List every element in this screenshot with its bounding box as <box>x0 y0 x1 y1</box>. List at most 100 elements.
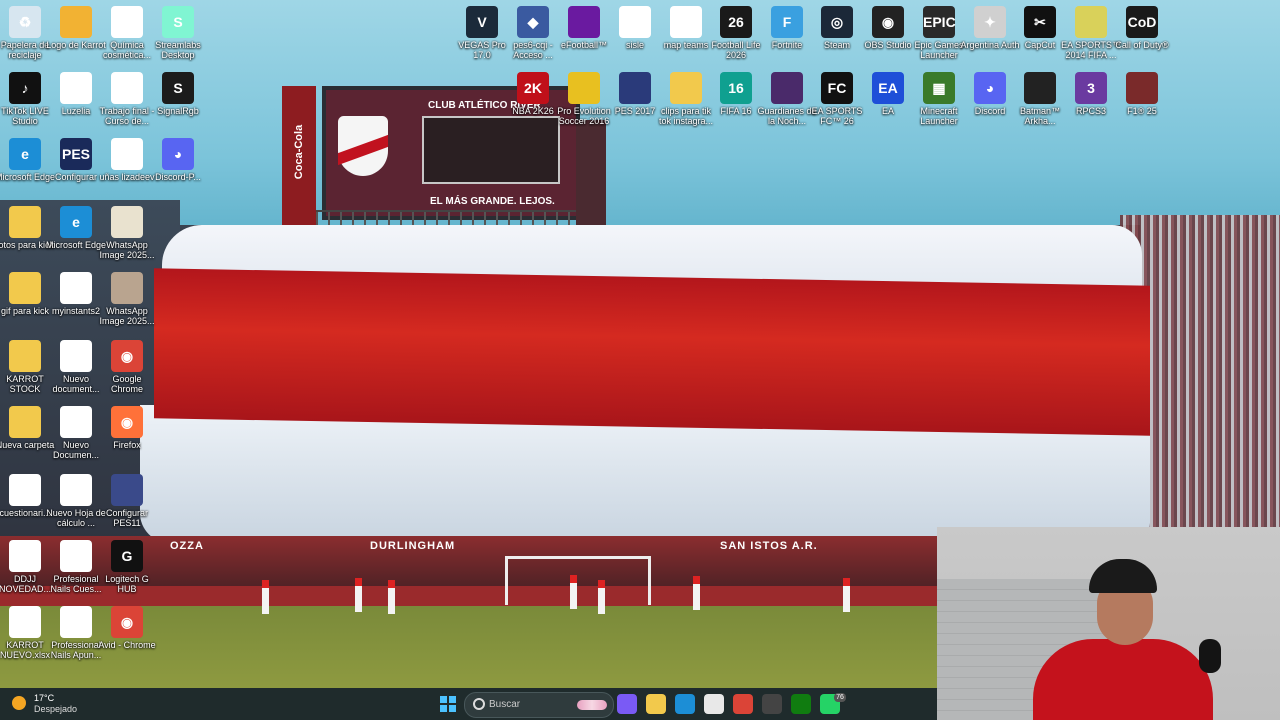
wallpaper-player <box>598 580 605 614</box>
app-icon <box>60 474 92 506</box>
app-icon-glyph: S <box>173 14 183 30</box>
wallpaper-giant-flag <box>140 225 1150 545</box>
desktop-icon[interactable]: S SignalRgb <box>147 68 209 132</box>
app-icon: e <box>60 206 92 238</box>
taskbar-search-box[interactable]: Buscar <box>464 692 614 718</box>
app-icon-glyph <box>568 6 600 38</box>
app-icon <box>9 206 41 238</box>
chrome-icon[interactable] <box>733 694 753 714</box>
app-icon-glyph <box>111 72 143 104</box>
app-icon: 2K <box>517 72 549 104</box>
search-icon <box>473 698 485 710</box>
app-icon-glyph: CoD <box>1127 14 1157 30</box>
desktop-icon[interactable]: G Logitech G HUB <box>96 536 158 600</box>
app-icon: ◉ <box>111 406 143 438</box>
app-icon-glyph: S <box>173 80 183 96</box>
wallpaper-player <box>388 580 395 614</box>
webcam-person-shirt <box>1033 639 1213 720</box>
app-icon <box>111 72 143 104</box>
app-icon <box>60 6 92 38</box>
app-icon-glyph: 16 <box>728 80 744 96</box>
app-icon-glyph: ◎ <box>830 14 844 30</box>
app-icon <box>9 606 41 638</box>
desktop-icon[interactable]: F1® 25 <box>1111 68 1173 132</box>
app-icon <box>1126 72 1158 104</box>
copilot-icon[interactable] <box>617 694 637 714</box>
banner-text: SAN ISTOS A.R. <box>720 540 818 552</box>
app-icon <box>60 606 92 638</box>
scoreboard-slogan: EL MÁS GRANDE. LEJOS. <box>430 196 555 207</box>
app-icon-glyph: EA <box>878 80 898 96</box>
app-icon <box>60 540 92 572</box>
desktop-icon[interactable]: Configurar PES11 <box>96 470 158 534</box>
app-icon: EPIC <box>923 6 956 38</box>
app-icon <box>60 72 92 104</box>
app-icon-glyph <box>771 72 803 104</box>
windows-logo-icon <box>449 696 456 703</box>
app-icon-glyph <box>670 6 702 38</box>
app-icon-glyph <box>670 72 702 104</box>
xbox-icon[interactable] <box>791 694 811 714</box>
app-icon: ◉ <box>111 606 143 638</box>
app-icon-glyph: 3 <box>1087 80 1095 96</box>
app-icon-glyph: ◕ <box>985 80 995 96</box>
app-icon-glyph <box>1126 72 1158 104</box>
app-icon: ◕ <box>974 72 1006 104</box>
app-icon-glyph <box>9 206 41 238</box>
edge-icon[interactable] <box>675 694 695 714</box>
app-icon <box>568 72 600 104</box>
desktop-icon[interactable]: S Streamlabs Desktop <box>147 2 209 66</box>
app-icon: CoD <box>1126 6 1158 38</box>
desktop-icon[interactable]: ◉ Google Chrome <box>96 336 158 400</box>
desktop-icon[interactable]: ◉ Firefox <box>96 402 158 466</box>
wallpaper-player <box>693 576 700 610</box>
app-icon-glyph <box>9 474 41 506</box>
desktop-icon[interactable]: WhatsApp Image 2025... <box>96 268 158 332</box>
desktop-icon[interactable]: ◉ Avid - Chrome <box>96 602 158 666</box>
app-icon <box>771 72 803 104</box>
desktop-icon[interactable]: CoD Call of Duty® <box>1111 2 1173 66</box>
app-icon: ✂ <box>1024 6 1056 38</box>
app-icon-glyph <box>60 474 92 506</box>
wallpaper-player <box>262 580 269 614</box>
wallpaper-player <box>570 575 577 609</box>
app-icon-glyph: G <box>121 548 133 564</box>
app-icon-glyph: FC <box>827 80 847 96</box>
app-icon-glyph <box>619 6 651 38</box>
app-icon: 26 <box>720 6 752 38</box>
desktop-icon-label: Discord-P... <box>155 172 201 182</box>
app-icon: 3 <box>1075 72 1107 104</box>
store-icon[interactable] <box>704 694 724 714</box>
desktop-icon-label: SignalRgb <box>157 106 199 116</box>
app-icon: ◆ <box>517 6 549 38</box>
app-icon: PES <box>60 138 92 170</box>
app-icon-glyph <box>111 474 143 506</box>
desktop-icon-label: Logitech G HUB <box>105 574 149 594</box>
app-icon-glyph <box>60 340 92 372</box>
desktop-icon[interactable]: ◕ Discord-P... <box>147 134 209 198</box>
app-icon: G <box>111 540 143 572</box>
app-icon <box>1075 6 1107 38</box>
app-icon-glyph: ◆ <box>527 14 539 30</box>
app-icon-glyph: EPIC <box>923 14 956 30</box>
wallpaper-goal <box>505 556 651 605</box>
app-icon: ◉ <box>872 6 904 38</box>
start-button[interactable] <box>440 696 456 712</box>
desktop-icon-label: Configurar PES11 <box>105 508 149 528</box>
app-icon-glyph: 26 <box>728 14 744 30</box>
app-icon: ▶ <box>60 272 92 304</box>
app-icon-glyph <box>9 540 41 572</box>
file-explorer-icon[interactable] <box>646 694 666 714</box>
webcam-overlay <box>937 527 1280 720</box>
desktop-icon[interactable]: WhatsApp Image 2025... <box>96 202 158 266</box>
app-icon-glyph: PES <box>61 146 90 162</box>
app-icon <box>9 540 41 572</box>
webcam-person-cap <box>1089 559 1157 593</box>
app-icon-glyph <box>111 272 143 304</box>
desktop-icon-label: F1® 25 <box>1127 106 1157 116</box>
media-icon[interactable] <box>762 694 782 714</box>
app-icon-glyph: ◉ <box>881 14 895 30</box>
app-icon: ◉ <box>111 340 143 372</box>
app-icon-glyph <box>60 606 92 638</box>
desktop-icon-label: Google Chrome <box>110 374 143 394</box>
